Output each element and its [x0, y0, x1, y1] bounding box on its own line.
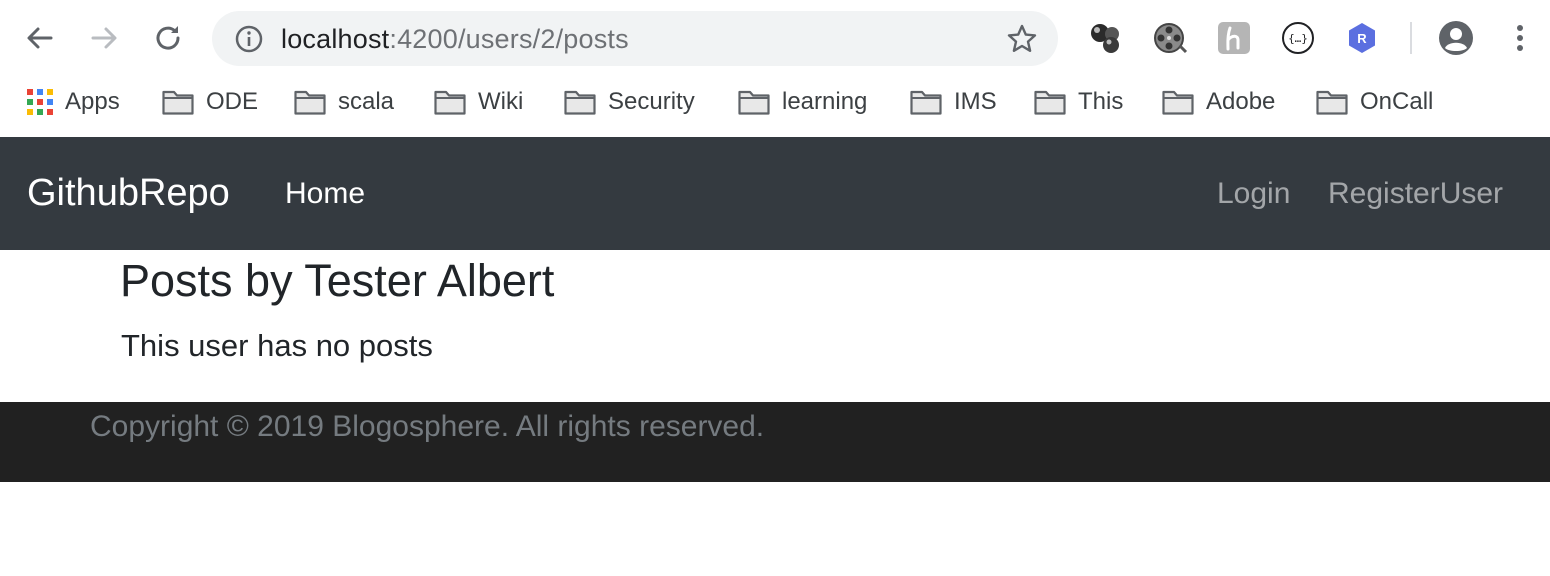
- molecule-icon: [1091, 24, 1119, 53]
- bookmark-folder-label: OnCall: [1360, 88, 1434, 115]
- apps-grid-icon: [27, 89, 53, 115]
- bookmark-folder-label: learning: [782, 88, 868, 115]
- film-reel-icon: [1154, 23, 1188, 54]
- bookmark-folder[interactable]: OnCall: [1316, 84, 1433, 120]
- folder-icon: [738, 90, 770, 115]
- account-icon: [1439, 21, 1473, 55]
- svg-text:{…}: {…}: [1288, 32, 1308, 45]
- bookmark-folder-label: Wiki: [478, 88, 524, 115]
- bookmark-folder[interactable]: Wiki: [434, 84, 523, 120]
- bookmark-folder[interactable]: learning: [738, 84, 867, 120]
- folder-icon: [434, 90, 466, 115]
- bookmark-folder-label: ODE: [206, 88, 259, 115]
- browser-toolbar: localhost:4200/users/2/posts {…} R: [0, 0, 1550, 78]
- reload-button[interactable]: [150, 20, 186, 56]
- nav-register-link[interactable]: RegisterUser: [1328, 177, 1503, 211]
- bookmark-folder-label: scala: [338, 88, 395, 115]
- extension-h[interactable]: [1216, 20, 1252, 56]
- r-extension-letter: R: [1357, 31, 1367, 46]
- site-footer: Copyright © 2019 Blogosphere. All rights…: [0, 402, 1550, 482]
- site-navbar: GithubRepo Home Login RegisterUser: [0, 137, 1550, 250]
- bookmark-folder-label: IMS: [954, 88, 997, 115]
- bookmark-folder[interactable]: Adobe: [1162, 84, 1275, 120]
- more-vert-icon: [1517, 25, 1523, 51]
- toolbar-separator: [1410, 22, 1412, 54]
- extension-molecule[interactable]: [1088, 20, 1124, 56]
- folder-icon: [162, 90, 194, 115]
- bookmark-folder[interactable]: Security: [564, 84, 695, 120]
- json-braces-icon: {…}: [1282, 22, 1314, 54]
- page-title: Posts by Tester Albert: [120, 255, 555, 306]
- h-extension-icon: [1218, 22, 1250, 54]
- forward-arrow-icon: [91, 27, 117, 49]
- r-extension-icon: R: [1349, 23, 1375, 53]
- bookmark-folder[interactable]: ODE: [162, 84, 258, 120]
- copyright-text: Copyright © 2019 Blogosphere. All rights…: [90, 410, 765, 443]
- bookmarks-bar: Apps ODE scala Wiki Security learning IM…: [0, 78, 1550, 136]
- folder-icon: [1034, 90, 1066, 115]
- nav-home-link[interactable]: Home: [285, 177, 365, 211]
- bookmark-folder[interactable]: IMS: [910, 84, 997, 120]
- forward-button[interactable]: [86, 20, 122, 56]
- url-host: localhost: [281, 24, 390, 54]
- folder-icon: [910, 90, 942, 115]
- back-button[interactable]: [22, 20, 58, 56]
- bookmark-folder-label: Adobe: [1206, 88, 1276, 115]
- bookmark-folder-label: Security: [608, 88, 695, 115]
- browser-menu-button[interactable]: [1502, 20, 1538, 56]
- brand-link[interactable]: GithubRepo: [27, 172, 230, 215]
- empty-posts-message: This user has no posts: [121, 328, 433, 363]
- folder-icon: [1162, 90, 1194, 115]
- back-arrow-icon: [27, 27, 53, 49]
- bookmark-folder[interactable]: This: [1034, 84, 1123, 120]
- extension-json[interactable]: {…}: [1280, 20, 1316, 56]
- folder-icon: [564, 90, 596, 115]
- folder-icon: [294, 90, 326, 115]
- bookmark-folder[interactable]: scala: [294, 84, 394, 120]
- star-icon[interactable]: [1006, 23, 1038, 55]
- extension-film[interactable]: [1152, 20, 1188, 56]
- extension-r[interactable]: R: [1344, 20, 1380, 56]
- url-path: :4200/users/2/posts: [389, 24, 629, 54]
- bookmark-apps-label: Apps: [65, 88, 120, 115]
- folder-icon: [1316, 90, 1348, 115]
- bookmark-apps[interactable]: Apps: [27, 84, 120, 120]
- address-bar[interactable]: localhost:4200/users/2/posts: [212, 11, 1058, 66]
- reload-icon: [156, 26, 180, 50]
- profile-button[interactable]: [1438, 20, 1474, 56]
- bookmark-folder-label: This: [1078, 88, 1124, 115]
- info-icon[interactable]: [234, 24, 264, 54]
- url-text: localhost:4200/users/2/posts: [281, 24, 629, 55]
- nav-login-link[interactable]: Login: [1217, 177, 1290, 211]
